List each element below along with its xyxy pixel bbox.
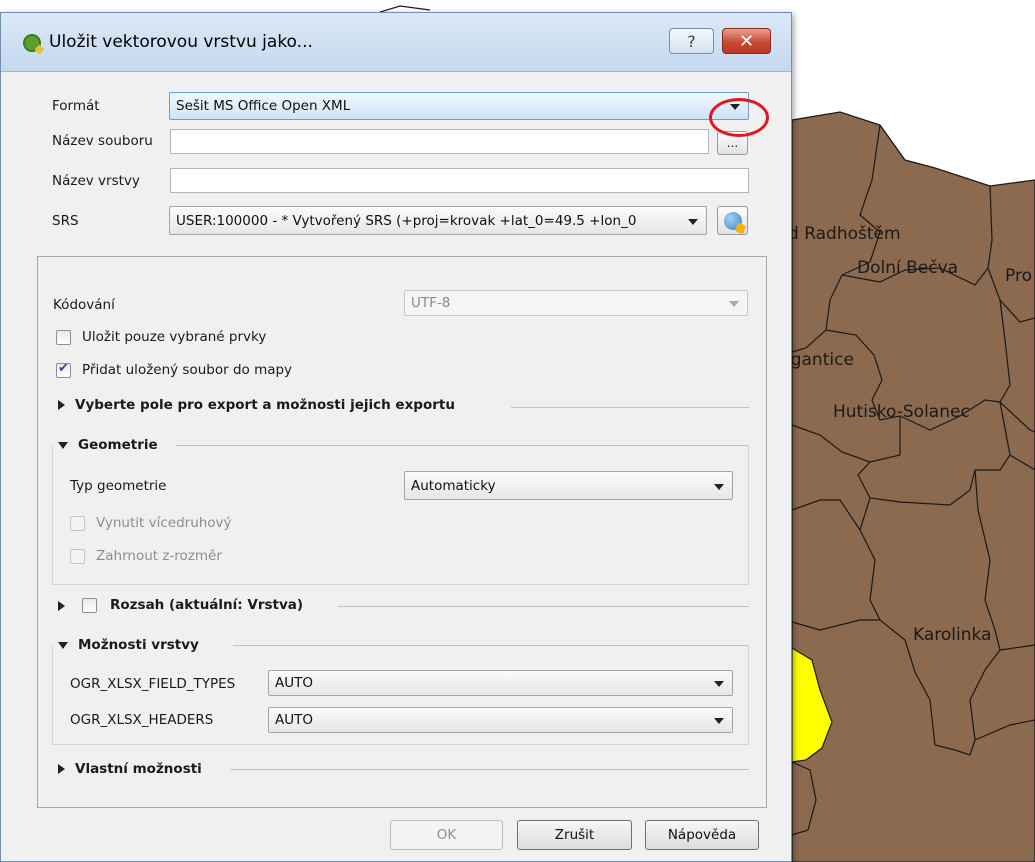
format-select[interactable]: Sešit MS Office Open XML	[169, 92, 749, 120]
ok-button[interactable]: OK	[390, 820, 503, 850]
add-to-map-checkbox[interactable]	[56, 361, 71, 378]
close-icon: ✕	[738, 30, 755, 52]
force-multi-label: Vynutit vícedruhový	[96, 515, 232, 531]
save-selected-label: Uložit pouze vybrané prvky	[82, 329, 267, 345]
force-multi-checkbox[interactable]	[70, 516, 85, 531]
browse-label: ...	[726, 136, 739, 150]
map-label: Pro	[1005, 266, 1032, 286]
field-types-label: OGR_XLSX_FIELD_TYPES	[70, 676, 236, 692]
globe-icon	[723, 211, 742, 230]
srs-value: USER:100000 - * Vytvořený SRS (+proj=kro…	[176, 212, 637, 229]
field-types-value: AUTO	[275, 675, 313, 691]
expand-right-icon	[58, 400, 65, 410]
help-button[interactable]: Nápověda	[645, 820, 759, 850]
options-panel: Kódování UTF-8 Uložit pouze vybrané prvk…	[37, 256, 767, 808]
encoding-label: Kódování	[53, 297, 115, 313]
question-icon: ?	[687, 31, 696, 51]
headers-label: OGR_XLSX_HEADERS	[70, 712, 214, 728]
headers-value: AUTO	[275, 712, 313, 728]
layername-input[interactable]	[170, 168, 749, 193]
srs-select[interactable]: USER:100000 - * Vytvořený SRS (+proj=kro…	[169, 206, 707, 235]
geometry-type-value: Automaticky	[411, 477, 496, 494]
custom-options-section-toggle[interactable]: Vlastní možnosti	[58, 761, 202, 777]
map-label: Hutisko-Solanec	[833, 402, 970, 422]
chevron-down-icon	[729, 301, 739, 307]
title-bar: Uložit vektorovou vrstvu jako... ? ✕	[1, 13, 791, 72]
fields-section-toggle[interactable]: Vyberte pole pro export a možnosti jejic…	[58, 397, 455, 413]
geometry-type-select[interactable]: Automaticky	[404, 471, 733, 500]
custom-options-section-title: Vlastní možnosti	[75, 761, 202, 777]
expand-right-icon	[58, 601, 65, 611]
expand-right-icon	[58, 764, 65, 774]
divider	[338, 606, 749, 607]
map-label: Karolinka	[913, 625, 992, 645]
extent-section-title: Rozsah (aktuální: Vrstva)	[110, 597, 304, 613]
add-to-map-label: Přidat uložený soubor do mapy	[82, 362, 293, 378]
srs-label: SRS	[52, 213, 79, 229]
cancel-label: Zrušit	[554, 827, 595, 843]
cancel-button[interactable]: Zrušit	[517, 820, 632, 850]
chevron-down-icon	[714, 718, 724, 724]
map-label: igantice	[786, 350, 854, 370]
title-help-button[interactable]: ?	[669, 28, 714, 54]
encoding-value: UTF-8	[411, 295, 451, 311]
chevron-down-icon	[688, 218, 698, 225]
chevron-down-icon	[714, 483, 724, 490]
map-label: Dolní Bečva	[857, 258, 959, 278]
window-title: Uložit vektorovou vrstvu jako...	[49, 32, 313, 52]
headers-select[interactable]: AUTO	[268, 707, 733, 733]
extent-checkbox[interactable]	[82, 598, 97, 613]
layername-label: Název vrstvy	[52, 173, 140, 189]
extent-section-toggle[interactable]	[58, 598, 75, 614]
select-crs-button[interactable]	[717, 206, 748, 235]
format-label: Formát	[52, 98, 100, 114]
annotation-circle	[709, 98, 769, 137]
fields-section-title: Vyberte pole pro export a možnosti jejic…	[75, 397, 455, 413]
divider	[230, 769, 749, 770]
map-label: d Radhoštěm	[788, 224, 901, 244]
encoding-select[interactable]: UTF-8	[404, 290, 748, 316]
filename-label: Název souboru	[52, 133, 153, 149]
geometry-type-label: Typ geometrie	[70, 478, 167, 494]
field-types-select[interactable]: AUTO	[268, 670, 733, 696]
help-label: Nápověda	[667, 827, 737, 843]
format-value: Sešit MS Office Open XML	[176, 98, 351, 114]
qgis-logo-icon	[23, 34, 41, 52]
save-vector-layer-dialog: Uložit vektorovou vrstvu jako... ? ✕ For…	[0, 12, 792, 862]
ok-label: OK	[436, 827, 457, 843]
include-z-label: Zahrnout z-rozměr	[96, 548, 222, 564]
include-z-checkbox[interactable]	[70, 549, 85, 564]
filename-input[interactable]	[170, 129, 709, 154]
chevron-down-icon	[714, 681, 724, 687]
save-selected-checkbox[interactable]	[56, 330, 71, 345]
title-close-button[interactable]: ✕	[722, 28, 771, 54]
divider	[511, 407, 749, 408]
